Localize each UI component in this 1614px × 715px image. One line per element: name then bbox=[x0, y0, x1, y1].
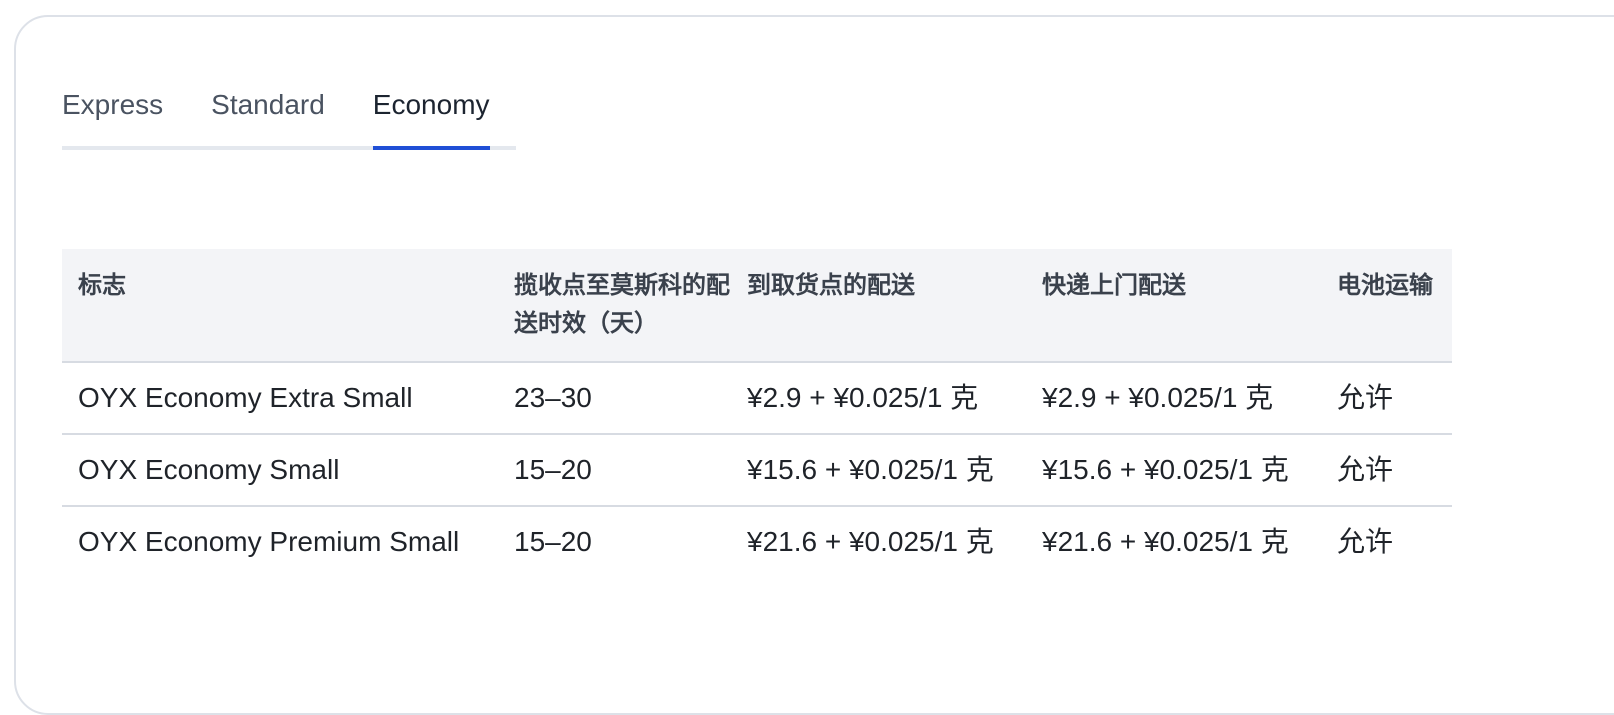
courier-price-cell: ¥21.6 + ¥0.025/1 克 bbox=[1042, 526, 1289, 557]
column-header-courier-delivery: 快递上门配送 bbox=[1026, 249, 1321, 363]
column-header-pickup-point-delivery: 到取货点的配送 bbox=[731, 249, 1026, 363]
table-row: OYX Economy Extra Small 23–30 ¥2.9 + ¥0.… bbox=[62, 362, 1452, 435]
transit-days-cell: 23–30 bbox=[498, 362, 731, 435]
column-header-battery-shipping: 电池运输 bbox=[1321, 249, 1452, 363]
table-row: OYX Economy Premium Small 15–20 ¥21.6 + … bbox=[62, 506, 1452, 577]
courier-price-cell: ¥15.6 + ¥0.025/1 克 bbox=[1026, 434, 1321, 507]
table-header-row: 标志 揽收点至莫斯科的配送时效（天） 到取货点的配送 快递上门配送 电池运输 bbox=[62, 249, 1452, 363]
table-row: OYX Economy Small 15–20 ¥15.6 + ¥0.025/1… bbox=[62, 434, 1452, 507]
service-name-cell: OYX Economy Extra Small bbox=[62, 362, 498, 435]
battery-allowed-cell: 允许 bbox=[1337, 526, 1394, 557]
column-header-transit-days: 揽收点至莫斯科的配送时效（天） bbox=[498, 249, 731, 363]
service-name-cell: OYX Economy Small bbox=[62, 434, 498, 507]
tab-economy[interactable]: Economy bbox=[372, 82, 490, 150]
courier-price-cell: ¥2.9 + ¥0.025/1 克 bbox=[1026, 362, 1321, 435]
column-header-name: 标志 bbox=[62, 249, 498, 363]
battery-allowed-cell: 允许 bbox=[1321, 362, 1452, 435]
pickup-point-price-cell: ¥21.6 + ¥0.025/1 克 bbox=[747, 526, 994, 557]
economy-rates-table: 标志 揽收点至莫斯科的配送时效（天） 到取货点的配送 快递上门配送 电池运输 O… bbox=[62, 249, 1452, 577]
shipping-tier-tabs: Express Standard Economy bbox=[62, 82, 516, 150]
service-name-cell: OYX Economy Premium Small bbox=[78, 526, 460, 557]
pickup-point-price-cell: ¥15.6 + ¥0.025/1 克 bbox=[731, 434, 1026, 507]
tab-express[interactable]: Express bbox=[62, 82, 163, 146]
transit-days-cell: 15–20 bbox=[514, 526, 592, 557]
tab-standard[interactable]: Standard bbox=[211, 82, 325, 146]
pickup-point-price-cell: ¥2.9 + ¥0.025/1 克 bbox=[731, 362, 1026, 435]
transit-days-cell: 15–20 bbox=[498, 434, 731, 507]
battery-allowed-cell: 允许 bbox=[1321, 434, 1452, 507]
